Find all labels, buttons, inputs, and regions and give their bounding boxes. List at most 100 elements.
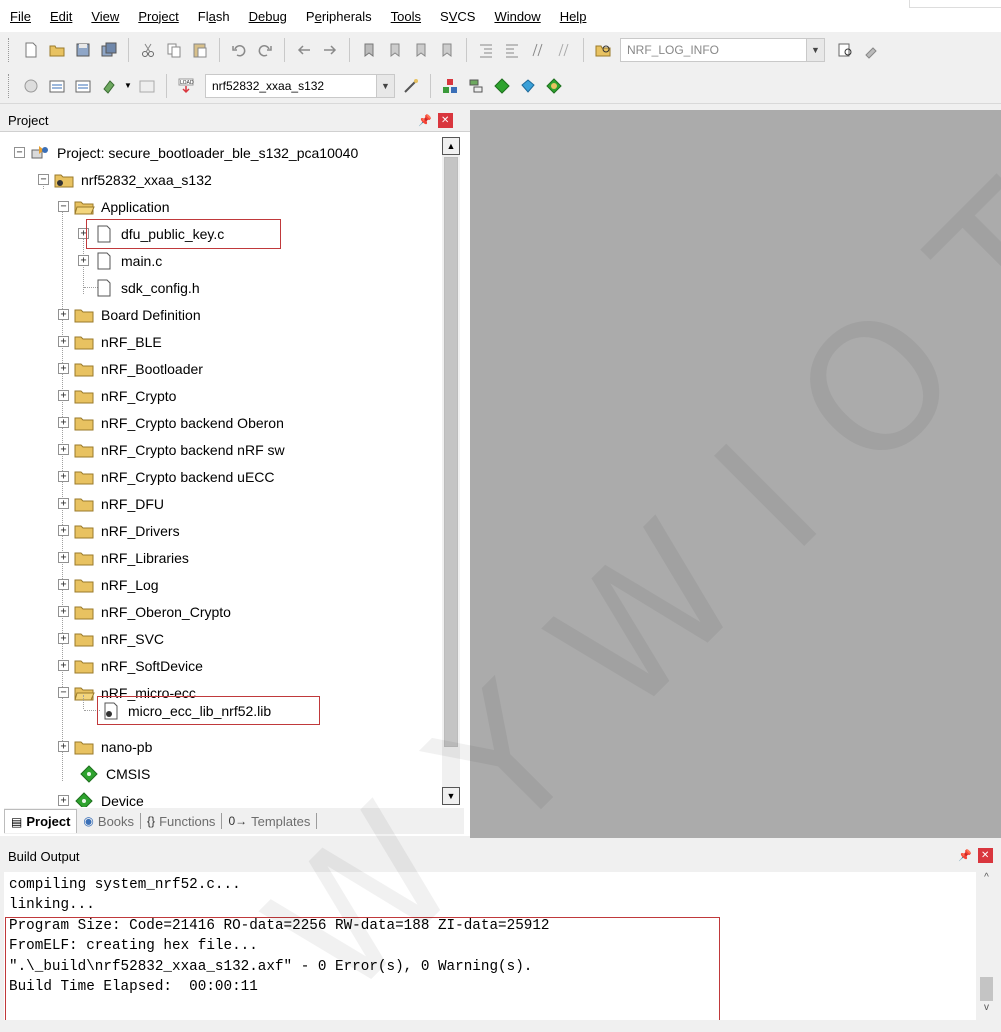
editor-area[interactable] (470, 110, 1001, 838)
toolbar-grip[interactable] (8, 38, 12, 62)
target-options-icon[interactable] (399, 74, 423, 98)
nav-forward-icon[interactable] (318, 38, 342, 62)
define-combo[interactable]: NRF_LOG_INFO ▼ (620, 38, 825, 62)
download-icon[interactable]: LOAD (174, 74, 198, 98)
expand-icon[interactable]: + (78, 255, 89, 266)
menu-flash[interactable]: Flash (198, 9, 230, 24)
menu-window[interactable]: Window (494, 9, 540, 24)
tree-root[interactable]: − Project: secure_bootloader_ble_s132_pc… (14, 139, 358, 166)
tree-group[interactable]: + nRF_BLE (58, 328, 162, 355)
scroll-up-icon[interactable]: ▲ (442, 137, 460, 155)
build-icon[interactable] (45, 74, 69, 98)
incremental-find-icon[interactable] (833, 38, 857, 62)
paste-icon[interactable] (188, 38, 212, 62)
bookmark-icon[interactable] (357, 38, 381, 62)
menu-file[interactable]: File (10, 9, 31, 24)
tree-group[interactable]: + nRF_Crypto (58, 382, 176, 409)
tree-target[interactable]: − nrf52832_xxaa_s132 (38, 166, 212, 193)
tree-file-main[interactable]: + main.c (78, 247, 162, 274)
expand-icon[interactable]: + (58, 795, 69, 806)
copy-icon[interactable] (162, 38, 186, 62)
tab-project[interactable]: ▤ Project (4, 809, 78, 833)
tree-group[interactable]: + Board Definition (58, 301, 201, 328)
tree-group[interactable]: + nRF_Crypto backend uECC (58, 463, 275, 490)
chevron-down-icon[interactable]: ▼ (376, 74, 394, 97)
expand-icon[interactable]: + (58, 606, 69, 617)
expand-icon[interactable]: + (58, 363, 69, 374)
tree-component-device[interactable]: + Device (58, 787, 144, 807)
expand-icon[interactable]: + (58, 444, 69, 455)
tree-group[interactable]: + nRF_Crypto backend nRF sw (58, 436, 285, 463)
manage-components-icon[interactable] (438, 74, 462, 98)
tree-scrollbar[interactable]: ▲ ▼ (442, 137, 460, 805)
menu-edit[interactable]: Edit (50, 9, 72, 24)
expand-icon[interactable]: + (58, 552, 69, 563)
tree-group[interactable]: + nRF_SVC (58, 625, 164, 652)
cut-icon[interactable] (136, 38, 160, 62)
tree-group[interactable]: + nRF_Libraries (58, 544, 189, 571)
collapse-icon[interactable]: − (58, 201, 69, 212)
open-folder-icon[interactable] (45, 38, 69, 62)
expand-icon[interactable]: + (58, 417, 69, 428)
scroll-thumb[interactable] (980, 977, 993, 1001)
tree-group[interactable]: + nano-pb (58, 733, 152, 760)
tab-templates[interactable]: 0→ Templates (222, 809, 316, 833)
menu-project[interactable]: Project (138, 9, 178, 24)
redo-icon[interactable] (253, 38, 277, 62)
build-hscrollbar[interactable] (4, 1020, 997, 1032)
unindent-icon[interactable] (500, 38, 524, 62)
tree-group[interactable]: + nRF_Oberon_Crypto (58, 598, 231, 625)
prev-bookmark-icon[interactable] (383, 38, 407, 62)
expand-icon[interactable]: + (58, 336, 69, 347)
pin-icon[interactable]: 📌 (958, 849, 972, 862)
comment-icon[interactable] (526, 38, 550, 62)
find-in-files-icon[interactable] (591, 38, 615, 62)
batch-build-icon[interactable] (97, 74, 121, 98)
save-icon[interactable] (71, 38, 95, 62)
tree-component-cmsis[interactable]: CMSIS (78, 760, 150, 787)
expand-icon[interactable]: + (58, 498, 69, 509)
close-icon[interactable]: ✕ (437, 113, 453, 128)
collapse-icon[interactable]: − (58, 687, 69, 698)
chevron-down-icon[interactable]: ▼ (123, 74, 133, 98)
tree-group[interactable]: + nRF_Log (58, 571, 159, 598)
tab-functions[interactable]: {} Functions (141, 809, 221, 833)
tree-group[interactable]: + nRF_Bootloader (58, 355, 203, 382)
next-bookmark-icon[interactable] (409, 38, 433, 62)
tree-group[interactable]: + nRF_SoftDevice (58, 652, 203, 679)
target-combo[interactable]: nrf52832_xxaa_s132 ▼ (205, 73, 395, 98)
expand-icon[interactable]: + (58, 471, 69, 482)
menu-tools[interactable]: Tools (391, 9, 421, 24)
clear-bookmarks-icon[interactable] (435, 38, 459, 62)
menu-debug[interactable]: Debug (249, 9, 287, 24)
translate-icon[interactable] (19, 74, 43, 98)
build-output-text[interactable]: compiling system_nrf52.c... linking... P… (4, 872, 976, 1032)
scroll-up-icon[interactable]: ^ (976, 872, 997, 890)
expand-icon[interactable]: + (58, 579, 69, 590)
expand-icon[interactable]: + (58, 390, 69, 401)
tree-group[interactable]: + nRF_Crypto backend Oberon (58, 409, 284, 436)
undo-icon[interactable] (227, 38, 251, 62)
expand-icon[interactable]: + (58, 525, 69, 536)
menu-view[interactable]: View (91, 9, 119, 24)
uncomment-icon[interactable] (552, 38, 576, 62)
pin-icon[interactable]: 📌 (418, 114, 432, 127)
tab-books[interactable]: ◉ Books (77, 809, 140, 833)
tree-file-sdk-config[interactable]: sdk_config.h (93, 274, 200, 301)
collapse-icon[interactable]: − (14, 147, 25, 158)
expand-icon[interactable]: + (58, 660, 69, 671)
rte-icon[interactable] (542, 74, 566, 98)
build-scrollbar[interactable]: ^ v (976, 872, 997, 1020)
expand-icon[interactable]: + (58, 633, 69, 644)
tree-group-application[interactable]: − Application (58, 193, 170, 220)
scroll-down-icon[interactable]: v (976, 1002, 997, 1020)
tree-group[interactable]: + nRF_Drivers (58, 517, 180, 544)
menu-peripherals[interactable]: Peripherals (306, 9, 372, 24)
menu-help[interactable]: Help (560, 9, 587, 24)
close-icon[interactable]: ✕ (977, 848, 993, 863)
expand-icon[interactable]: + (58, 741, 69, 752)
scroll-thumb[interactable] (444, 157, 458, 747)
scroll-down-icon[interactable]: ▼ (442, 787, 460, 805)
expand-icon[interactable]: + (58, 309, 69, 320)
collapse-icon[interactable]: − (38, 174, 49, 185)
